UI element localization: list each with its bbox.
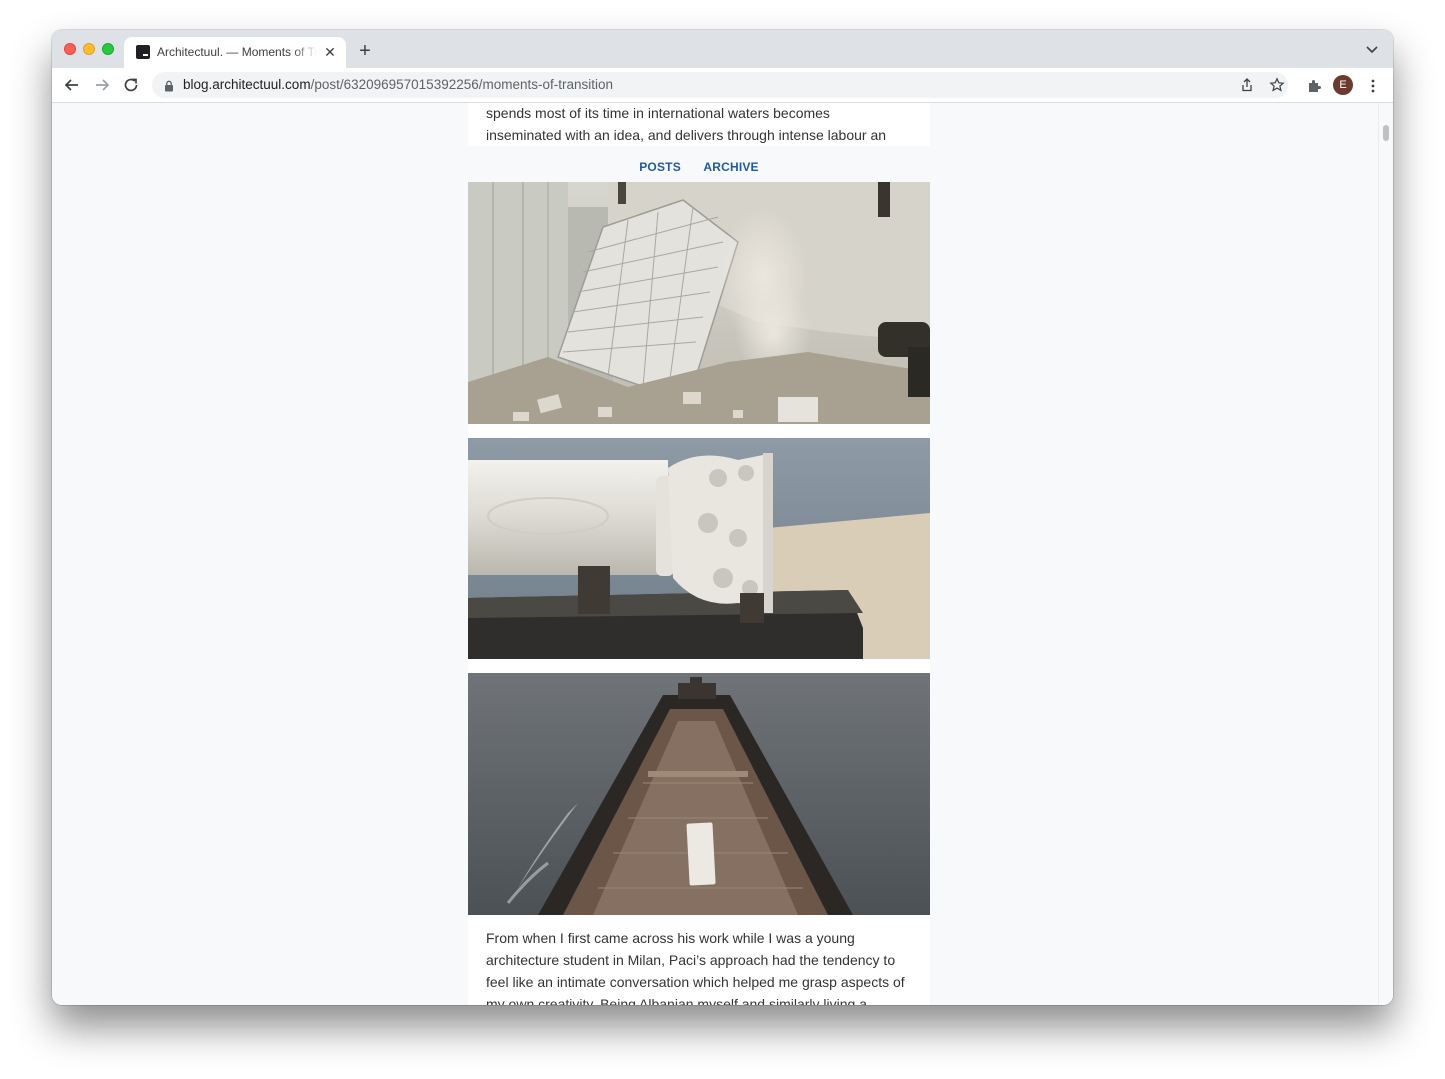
page-viewport: spends most of its time in international… bbox=[52, 103, 1393, 1005]
active-tab[interactable]: Architectuul. — Moments of Transition ✕ bbox=[124, 37, 346, 68]
reload-icon[interactable] bbox=[119, 73, 143, 97]
text-line: From when I first came across his work w… bbox=[486, 930, 855, 946]
text-line: my own creativity. Being Albanian myself… bbox=[486, 996, 868, 1005]
close-tab-icon[interactable]: ✕ bbox=[322, 44, 338, 60]
text-line: feel like an intimate conversation which… bbox=[486, 974, 905, 990]
browser-toolbar: blog.architectuul.com/post/6320969570153… bbox=[52, 68, 1393, 103]
photo-marble-quarry bbox=[468, 182, 930, 424]
browser-window: Architectuul. — Moments of Transition ✕ … bbox=[52, 30, 1393, 1005]
page-scrollbar[interactable] bbox=[1378, 103, 1393, 1005]
nav-archive-link[interactable]: ARCHIVE bbox=[703, 146, 758, 174]
text-line: architecture student in Milan, Paci’s ap… bbox=[486, 952, 896, 968]
more-menu-icon[interactable] bbox=[1365, 78, 1381, 94]
text-line: spends most of its time in international… bbox=[486, 105, 830, 121]
url-host: blog.architectuul.com bbox=[183, 77, 311, 92]
url-text[interactable]: blog.architectuul.com/post/6320969570153… bbox=[183, 77, 613, 92]
tab-title: Architectuul. — Moments of Transition bbox=[157, 45, 317, 59]
url-path: /post/632096957015392256/moments-of-tran… bbox=[310, 77, 614, 92]
lock-icon[interactable] bbox=[164, 79, 174, 92]
photo-column-capital bbox=[468, 438, 930, 659]
new-tab-button[interactable]: + bbox=[354, 40, 376, 62]
zoom-window-button[interactable] bbox=[102, 43, 114, 55]
article-column: spends most of its time in international… bbox=[468, 103, 930, 1005]
scrollbar-thumb[interactable] bbox=[1383, 125, 1389, 141]
site-favicon-icon bbox=[136, 45, 150, 59]
profile-avatar[interactable]: E bbox=[1333, 75, 1353, 95]
tab-search-chevron-icon[interactable] bbox=[1362, 42, 1382, 58]
nav-posts-link[interactable]: POSTS bbox=[639, 146, 681, 174]
text-line: inseminated with an idea, and delivers t… bbox=[486, 127, 887, 143]
close-window-button[interactable] bbox=[64, 43, 76, 55]
share-icon[interactable] bbox=[1239, 77, 1255, 93]
bookmark-star-icon[interactable] bbox=[1269, 77, 1285, 93]
extensions-puzzle-icon[interactable] bbox=[1306, 78, 1322, 94]
address-bar[interactable]: blog.architectuul.com/post/6320969570153… bbox=[152, 72, 1288, 98]
blog-nav: POSTS ARCHIVE bbox=[468, 146, 930, 182]
photo-cargo-ship bbox=[468, 673, 930, 915]
back-arrow-icon[interactable] bbox=[60, 73, 84, 97]
minimize-window-button[interactable] bbox=[83, 43, 95, 55]
article-body-text: From when I first came across his work w… bbox=[486, 927, 914, 1005]
forward-arrow-icon[interactable] bbox=[90, 73, 114, 97]
tab-strip: Architectuul. — Moments of Transition ✕ … bbox=[52, 30, 1393, 68]
article-intro-text: spends most of its time in international… bbox=[486, 103, 914, 146]
